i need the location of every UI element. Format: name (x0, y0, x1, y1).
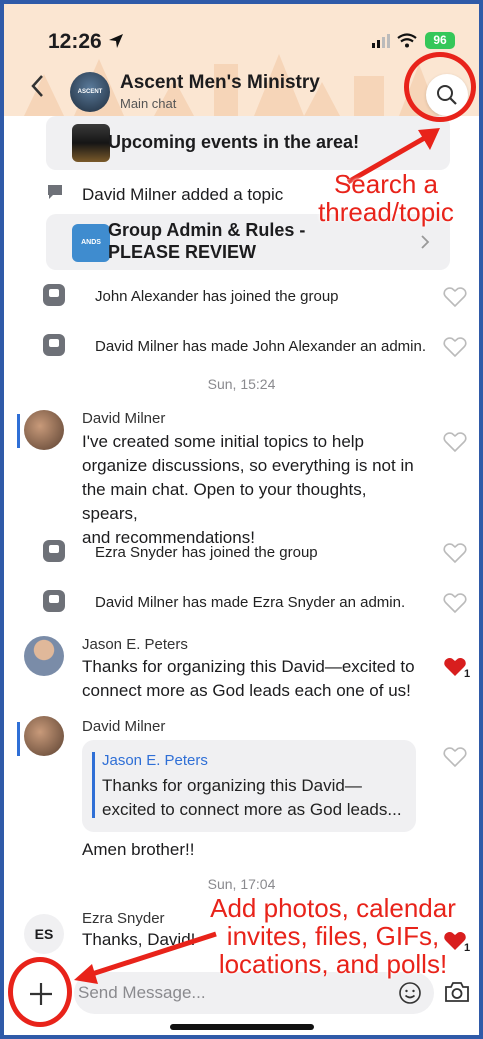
quote-bar (92, 752, 95, 818)
message-author: Ezra Snyder (82, 910, 165, 927)
message-line: I've created some initial topics to help (82, 432, 365, 451)
message-author: Jason E. Peters (82, 636, 188, 653)
status-bar: 12:26 96 (4, 4, 479, 64)
quote-text: Thanks for organizing this David— excite… (102, 774, 402, 822)
battery-indicator: 96 (425, 32, 455, 49)
wifi-icon (397, 33, 417, 43)
camera-icon[interactable] (444, 980, 470, 1004)
topic-title-line2: PLEASE REVIEW (108, 242, 257, 262)
heart-icon[interactable] (443, 431, 467, 453)
signal-icon (372, 43, 375, 48)
search-annotation: Search a thread/topic (306, 170, 466, 226)
avatar[interactable]: ES (24, 914, 64, 954)
signal-wifi-icons (372, 33, 417, 48)
quoted-message[interactable]: Jason E. Peters Thanks for organizing th… (82, 740, 416, 832)
message-line: the main chat. Open to your thoughts, sp… (82, 480, 367, 523)
topic-title-line1: Group Admin & Rules - (108, 220, 306, 240)
quote-author: Jason E. Peters (102, 752, 208, 769)
heart-icon[interactable] (443, 286, 467, 308)
system-message-icon (43, 590, 65, 612)
message-line: Thanks for organizing this David—excited… (82, 657, 415, 676)
like-count: 1 (464, 668, 471, 680)
location-arrow-icon (108, 34, 123, 48)
message-text: Amen brother!! (82, 840, 195, 859)
topic-thumbnail (72, 124, 110, 162)
add-annotation: Add photos, calendar invites, files, GIF… (190, 894, 476, 978)
avatar[interactable] (24, 410, 64, 450)
topic-added-notice: David Milner added a topic (82, 185, 284, 204)
search-callout-circle (404, 52, 476, 122)
time-divider: Sun, 17:04 (207, 876, 276, 892)
message-author: David Milner (82, 410, 166, 427)
heart-icon[interactable] (443, 336, 467, 358)
message-author: David Milner (82, 718, 166, 735)
group-subtitle: Main chat (120, 96, 177, 111)
unread-marker (17, 414, 20, 448)
unread-marker (17, 722, 20, 756)
chevron-right-icon (421, 235, 430, 249)
chat-bubble-icon (48, 185, 62, 199)
emoji-icon[interactable] (398, 981, 422, 1005)
annotation-line: thread/topic (318, 197, 454, 227)
system-message: David Milner has made Ezra Snyder an adm… (95, 594, 406, 611)
annotation-line: Search a (333, 169, 439, 199)
quote-line: Thanks for organizing this David— (102, 776, 362, 795)
group-title[interactable]: Ascent Men's Ministry (120, 72, 320, 94)
heart-icon[interactable] (443, 746, 467, 768)
annotation-line: invites, files, GIFs, (226, 921, 440, 951)
avatar[interactable] (24, 636, 64, 676)
group-avatar[interactable]: ASCENT (70, 72, 110, 112)
topic-thumbnail: ANDS (72, 224, 110, 262)
plus-callout-circle (8, 957, 72, 1027)
system-message: John Alexander has joined the group (95, 288, 339, 305)
system-message-icon (43, 540, 65, 562)
status-time-text: 12:26 (48, 30, 102, 53)
back-chevron-icon[interactable] (30, 74, 44, 105)
annotation-line: Add photos, calendar (210, 893, 456, 923)
avatar[interactable] (24, 716, 64, 756)
heart-icon[interactable] (443, 542, 467, 564)
heart-icon[interactable] (443, 592, 467, 614)
time-divider: Sun, 15:24 (207, 376, 276, 392)
topic-title: Upcoming events in the area! (108, 132, 360, 152)
home-indicator (170, 1024, 314, 1030)
message-line: connect more as God leads each one of us… (82, 681, 411, 700)
message-text: Thanks for organizing this David—excited… (82, 655, 442, 703)
add-callout-arrow (74, 931, 217, 984)
annotation-line: locations, and polls! (218, 949, 448, 979)
system-message-icon (43, 334, 65, 356)
system-message: David Milner has made John Alexander an … (95, 338, 427, 355)
status-time: 12:26 (48, 30, 124, 54)
message-text: I've created some initial topics to help… (82, 430, 422, 550)
system-message: Ezra Snyder has joined the group (95, 544, 318, 561)
message-line: organize discussions, so everything is n… (82, 456, 414, 475)
system-message-icon (43, 284, 65, 306)
quote-line: excited to connect more as God leads... (102, 800, 402, 819)
